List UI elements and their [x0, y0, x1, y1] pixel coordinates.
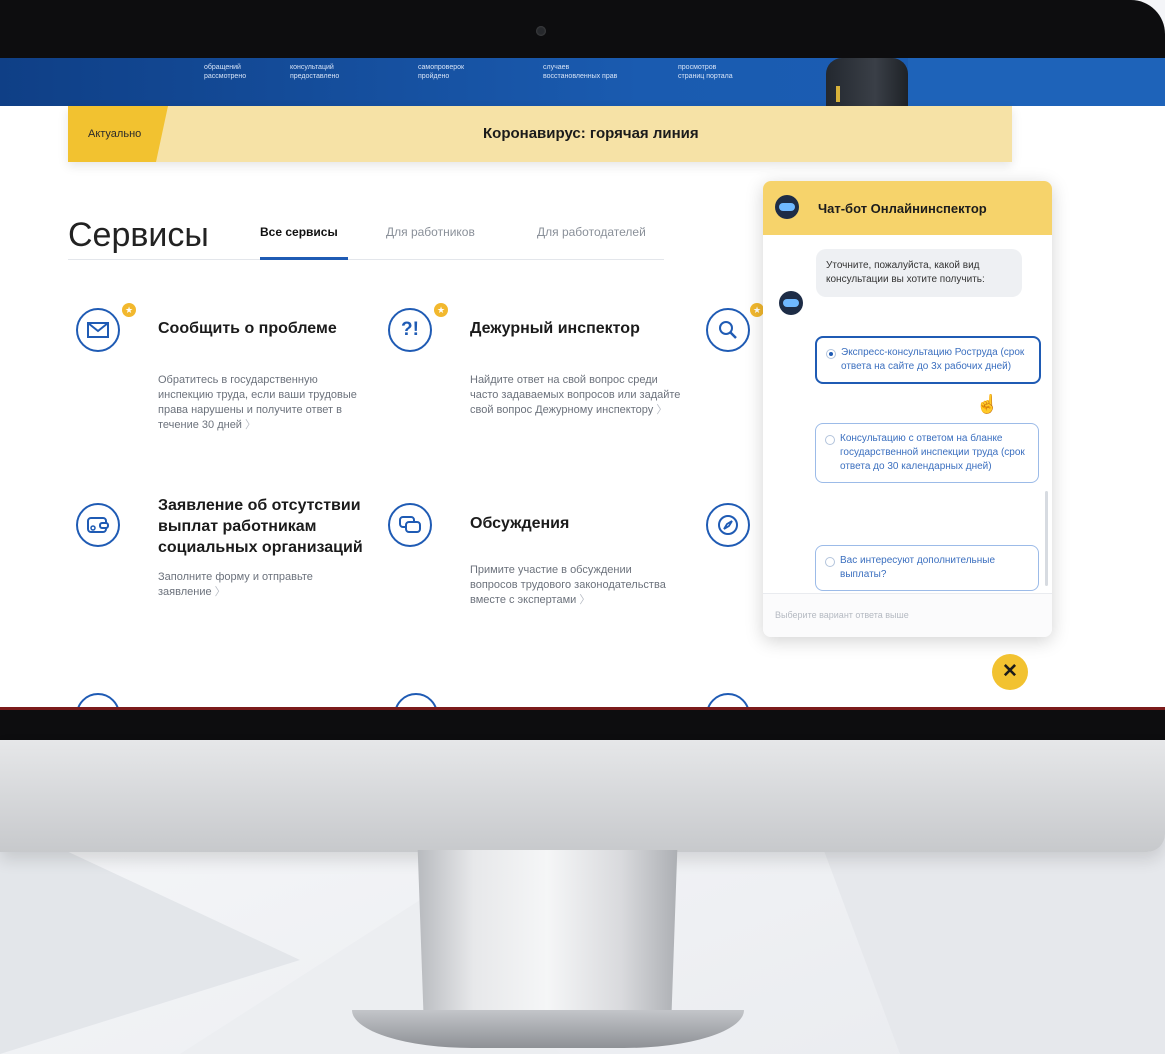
service-title[interactable]: Сообщить о проблеме	[158, 318, 378, 339]
service-description: Примите участие в обсуждении вопросов тр…	[470, 564, 666, 606]
tab-all-services[interactable]: Все сервисы	[260, 225, 338, 239]
radio-unselected[interactable]	[825, 435, 835, 445]
envelope-icon[interactable]	[76, 308, 120, 352]
bot-avatar-icon	[775, 195, 799, 219]
screen-bottom-edge	[0, 707, 1165, 710]
browser-screen: обращений рассмотрено консультаций предост…	[0, 58, 1165, 710]
chat-scrollbar[interactable]	[1045, 491, 1048, 586]
service-description: Заполните форму и отправьте заявление 〉	[158, 571, 313, 598]
chevron-right-icon[interactable]: 〉	[245, 419, 256, 431]
radio-unselected[interactable]	[825, 557, 835, 567]
camera-dot	[536, 26, 546, 36]
chat-option-express[interactable]: Экспресс-консультацию Роструда (срок отв…	[815, 336, 1041, 384]
stat-item: самопроверок пройдено	[418, 64, 465, 80]
stat-item: случаев восстановленных прав	[543, 64, 618, 80]
active-tab-underline	[260, 257, 348, 260]
hero-stats-bar: обращений рассмотрено консультаций предост…	[0, 58, 1165, 106]
search-magnifier-icon[interactable]	[706, 308, 750, 352]
monitor-chin	[0, 740, 1165, 852]
service-description: Найдите ответ на свой вопрос среди часто…	[470, 374, 681, 416]
chat-close-button[interactable]: ✕	[992, 654, 1028, 690]
bot-message: Уточните, пожалуйста, какой вид консульт…	[816, 249, 1022, 297]
bot-avatar-icon	[779, 291, 803, 315]
stat-item: обращений рассмотрено	[204, 64, 247, 80]
monitor-stand-base	[352, 1010, 744, 1048]
compass-icon[interactable]	[706, 503, 750, 547]
chat-header: Чат-бот Онлайнинспектор	[763, 181, 1052, 235]
banner-title[interactable]: Коронавирус: горячая линия	[483, 125, 699, 142]
radio-selected[interactable]	[826, 349, 836, 359]
chevron-right-icon[interactable]: 〉	[656, 404, 667, 416]
service-title[interactable]: Обсуждения	[470, 513, 690, 534]
chat-option-extra-payments[interactable]: Вас интересуют дополнительные выплаты?	[815, 545, 1039, 591]
service-description: Обратитесь в государственную инспекцию т…	[158, 374, 357, 431]
star-badge-icon: ★	[434, 303, 448, 317]
hero-right-panel	[908, 58, 1165, 106]
tab-for-employees[interactable]: Для работников	[386, 225, 475, 239]
banner-tag: Актуально	[68, 106, 168, 162]
chat-option-consultation[interactable]: Консультацию с ответом на бланке государ…	[815, 423, 1039, 483]
star-badge-icon: ★	[122, 303, 136, 317]
chevron-right-icon[interactable]: 〉	[579, 594, 590, 606]
actual-banner[interactable]: Актуально Коронавирус: горячая линия	[68, 106, 1012, 162]
stat-item: консультаций предоставлено	[290, 64, 340, 80]
chevron-right-icon[interactable]: 〉	[215, 586, 226, 598]
chat-title: Чат-бот Онлайнинспектор	[818, 201, 987, 216]
tabs-divider	[68, 259, 664, 260]
wallet-icon[interactable]	[76, 503, 120, 547]
question-exclamation-icon[interactable]: ?!	[388, 308, 432, 352]
page-title: Сервисы	[68, 216, 209, 254]
service-title[interactable]: Дежурный инспектор	[470, 318, 690, 339]
tab-for-employers[interactable]: Для работодателей	[537, 225, 646, 239]
photo-detail	[836, 86, 840, 102]
chat-input-placeholder: Выберите вариант ответа выше	[775, 610, 909, 620]
chat-input-area[interactable]: Выберите вариант ответа выше	[763, 593, 1052, 637]
hand-cursor-icon: ☝	[976, 394, 999, 414]
star-badge-icon: ★	[750, 303, 764, 317]
service-title[interactable]: Заявление об отсутствии выплат работника…	[158, 495, 383, 558]
chatbot-window: Чат-бот Онлайнинспектор Уточните, пожалу…	[763, 181, 1052, 637]
stat-item: просмотров страниц портала	[678, 64, 733, 80]
chat-bubbles-icon[interactable]	[388, 503, 432, 547]
